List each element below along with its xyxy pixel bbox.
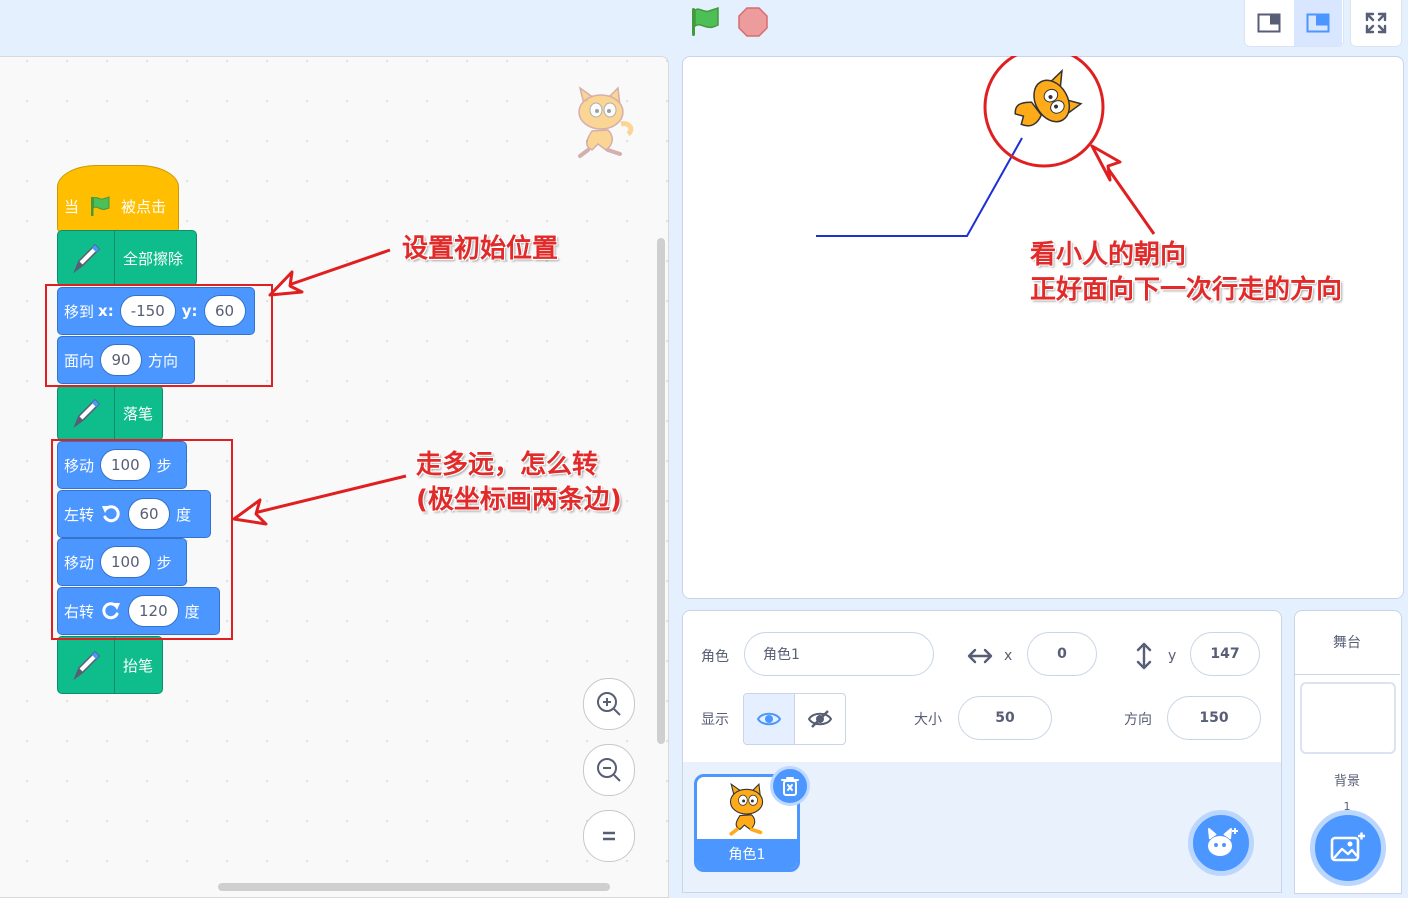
show-eye-icon[interactable] [744, 694, 795, 744]
horizontal-arrows-icon [967, 648, 993, 664]
annotation-box-moves [51, 439, 233, 640]
stage-size-toggle [1244, 0, 1344, 47]
green-flag-icon [91, 196, 110, 216]
annotation-arrow-icon [1090, 144, 1156, 235]
show-label: 显示 [701, 712, 729, 728]
pen-up-label: 抬笔 [123, 656, 154, 675]
stage-title: 舞台 [1294, 610, 1400, 675]
sprite-cat-watermark-icon [566, 84, 640, 164]
small-stage-icon[interactable] [1245, 0, 1293, 46]
x-label: x [1004, 648, 1013, 664]
pen-clear-block[interactable]: 全部擦除 [57, 230, 197, 286]
normal-stage-icon[interactable] [1294, 0, 1342, 46]
pen-icon [58, 637, 115, 693]
annotation-distance-line2: (极坐标画两条边) [416, 485, 622, 515]
hat-clicked-label: 被点击 [121, 197, 167, 216]
vertical-arrows-icon [1136, 642, 1152, 670]
y-label: y [1168, 648, 1177, 664]
sprite-cat-icon [729, 782, 764, 836]
stage-thumbnail[interactable] [1300, 682, 1396, 754]
vertical-scrollbar[interactable] [657, 238, 665, 744]
when-flag-clicked-block[interactable]: 当 被点击 [57, 165, 179, 233]
x-input[interactable]: 0 [1027, 632, 1097, 676]
horizontal-scrollbar[interactable] [218, 883, 610, 891]
pen-icon [58, 231, 115, 285]
annotation-distance-line1: 走多远，怎么转 [416, 450, 599, 480]
direction-label: 方向 [1124, 712, 1152, 728]
green-flag-icon[interactable] [688, 5, 722, 39]
pen-down-block[interactable]: 落笔 [57, 385, 163, 441]
clear-all-label: 全部擦除 [123, 249, 184, 268]
pen-down-label: 落笔 [123, 404, 154, 423]
hat-when-label: 当 [64, 197, 80, 216]
annotation-stage-line1: 看小人的朝向 [1030, 240, 1187, 270]
sprite-thumbnail-name: 角色1 [697, 839, 797, 869]
stop-icon[interactable] [736, 5, 770, 39]
annotation-initial-position: 设置初始位置 [402, 234, 559, 264]
visibility-toggle [743, 693, 846, 745]
delete-sprite-icon[interactable] [770, 766, 810, 806]
add-backdrop-icon[interactable] [1310, 810, 1386, 886]
y-input[interactable]: 147 [1190, 632, 1260, 676]
backdrops-label: 背景 [1333, 774, 1360, 789]
zoom-out-icon[interactable] [583, 744, 635, 796]
add-sprite-icon[interactable] [1188, 810, 1254, 876]
sprite-label: 角色 [701, 649, 729, 665]
size-input[interactable]: 50 [958, 696, 1052, 740]
annotation-arrow-icon [268, 248, 391, 297]
zoom-reset-icon[interactable] [583, 810, 635, 862]
pen-icon [58, 386, 115, 440]
sprite-name-input[interactable]: 角色1 [744, 632, 934, 676]
fullscreen-icon[interactable] [1350, 0, 1402, 47]
size-label: 大小 [914, 712, 942, 728]
sprite-cat-icon[interactable] [998, 66, 1088, 150]
annotation-stage-line2: 正好面向下一次行走的方向 [1030, 275, 1343, 305]
annotation-arrow-icon [232, 474, 407, 526]
direction-input[interactable]: 150 [1167, 696, 1261, 740]
pen-up-block[interactable]: 抬笔 [57, 636, 163, 694]
zoom-in-icon[interactable] [583, 678, 635, 730]
hide-eye-icon[interactable] [795, 694, 845, 744]
annotation-box-initial [45, 284, 273, 387]
